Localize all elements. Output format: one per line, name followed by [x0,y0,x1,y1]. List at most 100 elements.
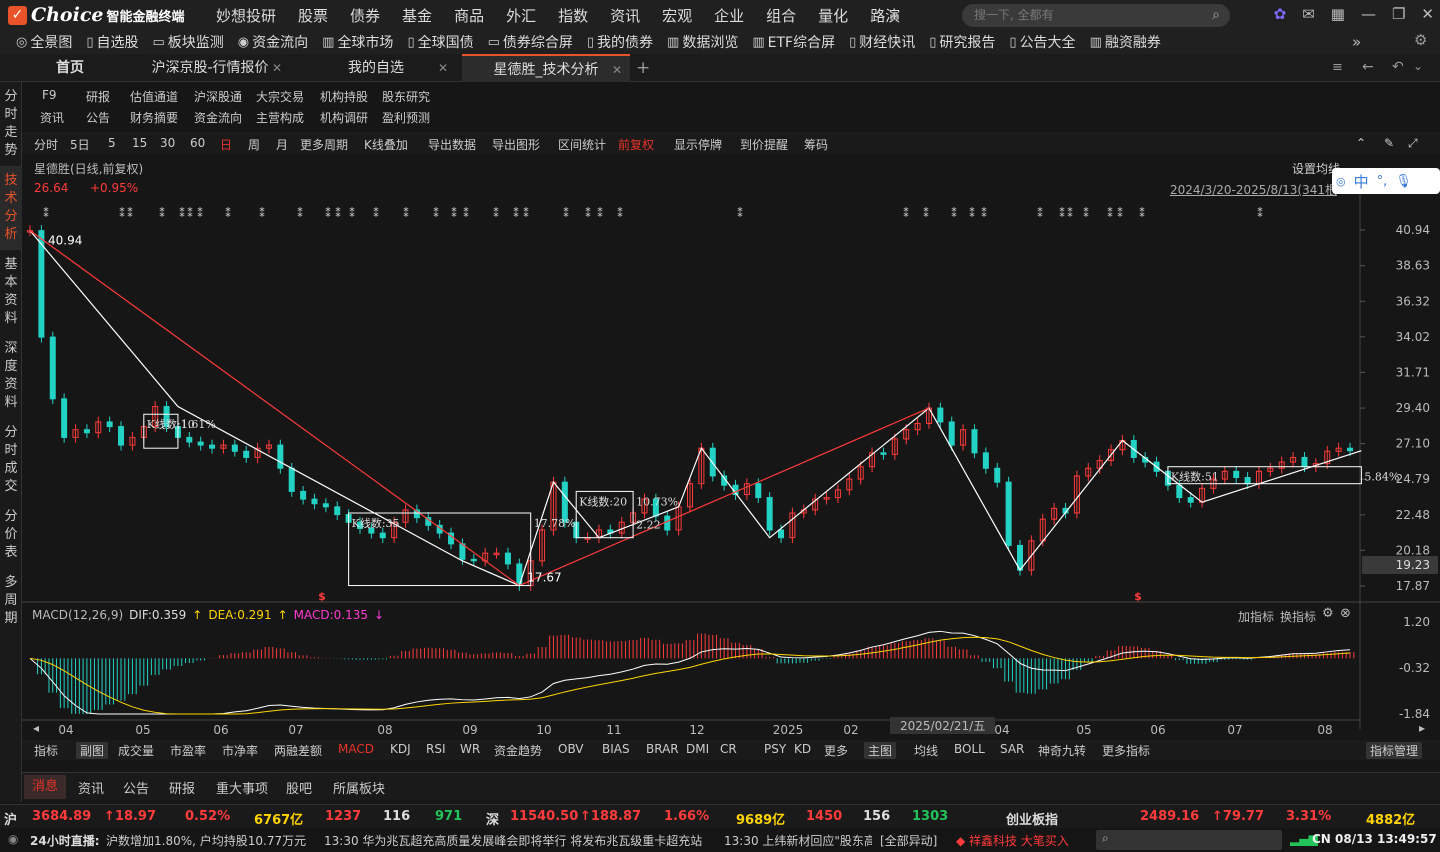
toolbar-item[interactable]: ▭ 板块监测 [153,32,224,52]
quick-link[interactable]: 机构持股 [320,88,368,105]
indicator-tab[interactable]: 资金趋势 [494,742,542,759]
news-tab[interactable]: 所属板块 [333,778,385,797]
ticker-news-3[interactable]: 13:30 上纬新材回应"股东高 [724,832,872,849]
switch-indicator-button[interactable]: 换指标 [1280,608,1316,625]
indicator-tab[interactable]: OBV [558,742,584,756]
news-tab[interactable]: 研报 [169,778,195,797]
leftnav-item[interactable]: 分价表 [0,502,22,568]
indicator-tab[interactable]: BIAS [602,742,630,756]
period-option[interactable]: 到价提醒 [740,136,788,153]
tab-close-icon[interactable]: ✕ [612,56,622,84]
quick-link[interactable]: 沪深股通 [194,88,242,105]
settings-gear-icon[interactable]: ⚙ [1414,31,1427,49]
period-option[interactable]: 导出数据 [428,136,476,153]
quick-link[interactable]: 研报 [86,88,110,105]
minimize-icon[interactable]: — [1361,5,1376,23]
candlestick-chart[interactable]: 40.94 38.63 36.32 34.02 31.71 29.40 27.10 24.79… [22,154,1440,742]
indicator-tab[interactable]: 均线 [914,742,938,759]
toolbar-item[interactable]: ▯ 财经快讯 [849,32,915,52]
settings-circle-icon[interactable]: ⌃ [1356,136,1366,150]
chevron-down-icon[interactable]: ⌄ [1413,59,1423,73]
indicator-tab[interactable]: BRAR [646,742,679,756]
back-icon[interactable]: ← [1362,59,1374,75]
toolbar-item[interactable]: ▯ 研究报告 [929,32,995,52]
ai-icon[interactable]: ✿ [1274,5,1287,23]
period-option[interactable]: 更多周期 [300,136,348,153]
search-icon[interactable]: ⌕ [1212,4,1220,27]
period-option[interactable]: 区间统计 [558,136,606,153]
indicator-gear-icon[interactable]: ⚙ [1322,606,1334,621]
indicator-tab[interactable]: 指标管理 [1366,742,1423,759]
menu-item[interactable]: 资讯 [610,5,640,26]
period-option[interactable]: 分时 [34,136,58,153]
news-tab[interactable]: 重大事项 [216,778,268,797]
tab-quotes[interactable]: 沪深京股-行情报价 ✕ [130,54,290,82]
quick-link[interactable]: 资金流向 [194,109,242,126]
indicator-tab[interactable]: MACD [338,742,374,756]
cy-value[interactable]: 2489.16 [1140,809,1199,824]
layout-icon[interactable]: ≡ [1332,60,1343,75]
period-option[interactable]: K线叠加 [364,136,408,153]
leftnav-item[interactable]: 多周期 [0,568,22,634]
indicator-tab[interactable]: 更多指标 [1102,742,1150,759]
menu-item[interactable]: 量化 [818,5,848,26]
tab-close-icon[interactable]: ✕ [272,54,282,82]
indicator-tab[interactable]: CR [720,742,737,756]
toolbar-item[interactable]: ▥ 全球市场 [322,32,393,52]
menu-item[interactable]: 外汇 [506,5,536,26]
indicator-tab[interactable]: 副图 [76,742,109,759]
indicator-tab[interactable]: KDJ [390,742,411,756]
period-option[interactable]: 前复权 [618,136,654,153]
toolbar-item[interactable]: ▯ 自选股 [86,32,138,52]
indicator-tab[interactable]: SAR [1000,742,1024,756]
toolbar-item[interactable]: ▭ 债券综合屏 [488,32,573,52]
tab-watchlist[interactable]: 我的自选 ✕ [296,54,456,82]
leftnav-item[interactable]: 技术分析 [0,166,22,250]
alert-item[interactable]: ◆ 祥鑫科技 大笔买入 [956,832,1069,849]
quick-link[interactable]: 财务摘要 [130,109,178,126]
menu-item[interactable]: 企业 [714,5,744,26]
period-option[interactable]: 5日 [70,136,90,153]
indicator-tab[interactable]: WR [460,742,480,756]
search-input[interactable]: 搜一下, 全都有 ⌕ [962,4,1230,27]
tab-technical[interactable]: 星德胜_技术分析 ✕ [462,54,630,82]
quick-link[interactable]: 主营构成 [256,109,304,126]
indicator-tab[interactable]: KD [794,742,811,756]
news-tab[interactable]: 消息 [24,775,67,799]
menu-more-icon[interactable]: » [890,5,899,23]
quick-link[interactable]: 机构调研 [320,109,368,126]
toolbar-item[interactable]: ▯ 全球国债 [407,32,473,52]
period-option[interactable]: 周 [248,136,260,153]
indicator-tab[interactable]: 市净率 [222,742,258,759]
ticker-news-2[interactable]: 13:30 华为兆瓦超充高质量发展峰会即将举行 将发布兆瓦级重卡超充站 [324,832,714,849]
indicator-tab[interactable]: 更多 [824,742,848,759]
menu-item[interactable]: 妙想投研 [216,5,276,26]
close-icon[interactable]: ✕ [1421,5,1434,23]
toolbar-item[interactable]: ▯ 公告大全 [1009,32,1075,52]
period-option[interactable]: 5 [108,136,116,150]
news-tab[interactable]: 股吧 [286,778,312,797]
leftnav-item[interactable]: 分时成交 [0,418,22,502]
indicator-tab[interactable]: 神奇九转 [1038,742,1086,759]
news-tab[interactable]: 资讯 [78,778,104,797]
period-option[interactable]: 显示停牌 [674,136,722,153]
bottom-search-input[interactable]: ⌕ [1096,830,1282,850]
pen-icon[interactable]: ✎ [1384,136,1394,150]
period-option[interactable]: 导出图形 [492,136,540,153]
fullscreen-icon[interactable]: ⤢ [1408,136,1418,151]
leftnav-item[interactable]: 基本资料 [0,250,22,334]
toolbar-item[interactable]: ▥ 数据浏览 [667,32,738,52]
sh-value[interactable]: 3684.89 [32,809,91,824]
quick-link[interactable]: 资讯 [40,109,64,126]
indicator-tab[interactable]: 成交量 [118,742,154,759]
indicator-tab[interactable]: PSY [764,742,786,756]
quick-link[interactable]: F9 [42,88,57,102]
grid-icon[interactable]: ▦ [1331,5,1345,23]
menu-item[interactable]: 基金 [402,5,432,26]
indicator-tab[interactable]: 主图 [864,742,897,759]
mail-icon[interactable]: ✉ [1302,5,1315,23]
add-indicator-button[interactable]: 加指标 [1238,608,1274,625]
sz-value[interactable]: 11540.50 [510,809,578,824]
toolbar-item[interactable]: ▯ 我的债券 [587,32,653,52]
quick-link[interactable]: 公告 [86,109,110,126]
